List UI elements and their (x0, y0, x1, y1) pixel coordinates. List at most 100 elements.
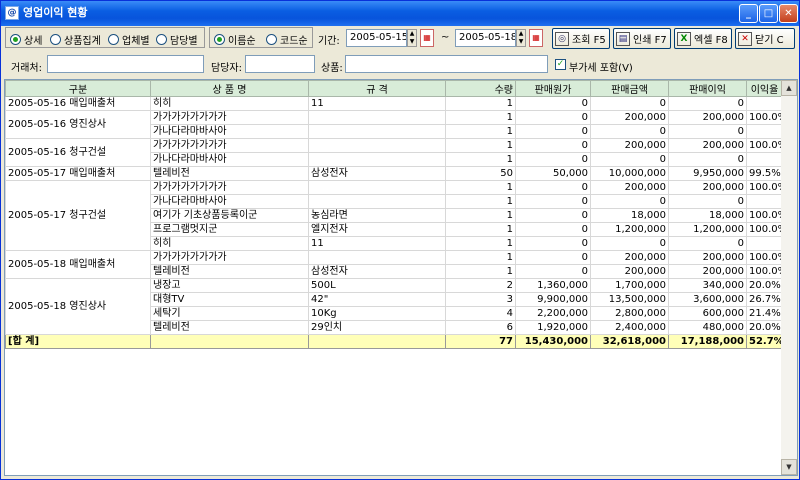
col-header-rate[interactable]: 이익율 (746, 80, 783, 97)
cell-name[interactable]: 히히 (150, 96, 309, 111)
cell-cost[interactable]: 0 (515, 96, 591, 111)
col-header-qty[interactable]: 수량 (445, 80, 516, 97)
cell-rate[interactable]: 100.0% (746, 180, 783, 195)
cell-qty[interactable]: 1 (445, 138, 516, 153)
cell-rate[interactable]: 100.0% (746, 222, 783, 237)
cell-name[interactable]: 가나다라마바사아 (150, 152, 309, 167)
cell-profit[interactable]: 1,200,000 (668, 222, 747, 237)
cell-name[interactable]: 가가가가가가가가 (150, 250, 309, 265)
cell-profit[interactable]: 0 (668, 124, 747, 139)
cell-cost[interactable]: 0 (515, 152, 591, 167)
cell-qty[interactable]: 1 (445, 250, 516, 265)
minimize-button[interactable]: _ (739, 4, 758, 23)
radio-sort-name[interactable]: 이름순 (214, 32, 256, 47)
cell-rate[interactable] (746, 194, 783, 209)
cell-qty[interactable]: 2 (445, 278, 516, 293)
col-header-group[interactable]: 구분 (5, 80, 151, 97)
cell-qty[interactable]: 1 (445, 180, 516, 195)
cell-sales[interactable]: 10,000,000 (590, 166, 669, 181)
cell-profit[interactable]: 0 (668, 236, 747, 251)
excel-button[interactable]: X 엑셀 F8 (674, 28, 732, 49)
cell-sales[interactable]: 18,000 (590, 208, 669, 223)
cell-spec[interactable] (308, 180, 446, 195)
table-row[interactable]: 2005-05-17 청구건설 가가가가가가가가 1 0 200,000 200,000 1… (5, 180, 783, 251)
cell-spec[interactable]: 29인치 (308, 320, 446, 335)
cell-spec[interactable] (308, 194, 446, 209)
cell-cost[interactable]: 0 (515, 110, 591, 125)
cell-sales[interactable]: 2,400,000 (590, 320, 669, 335)
date-from-spinner[interactable]: ▲ ▼ (407, 29, 417, 47)
cell-spec[interactable]: 42" (308, 292, 446, 307)
table-row[interactable]: 2005-05-16 영진상사 가가가가가가가가 1 0 200,000 200,000 1… (5, 110, 783, 139)
table-row[interactable]: 2005-05-18 영진상사 냉장고 500L 2 1,360,000 1,700,00… (5, 278, 783, 335)
radio-by-company[interactable]: 업체별 (108, 32, 150, 47)
cell-name[interactable]: 냉장고 (150, 278, 309, 293)
cell-group[interactable]: 2005-05-18 매입매출처 (5, 250, 151, 279)
cell-name[interactable]: 가가가가가가가가 (150, 110, 309, 125)
cell-profit[interactable]: 9,950,000 (668, 166, 747, 181)
cell-group[interactable]: 2005-05-18 영진상사 (5, 278, 151, 335)
cell-rate[interactable] (746, 152, 783, 167)
total-cell-sales[interactable]: 32,618,000 (590, 334, 669, 349)
vat-checkbox[interactable]: ✓ (555, 59, 566, 70)
cell-spec[interactable]: 10Kg (308, 306, 446, 321)
cell-group[interactable]: 2005-05-16 매입매출처 (5, 96, 151, 111)
cell-qty[interactable]: 1 (445, 222, 516, 237)
cell-name[interactable]: 가가가가가가가가 (150, 138, 309, 153)
cell-name[interactable]: 가나다라마바사아 (150, 124, 309, 139)
cell-name[interactable]: 프로그램멋지군 (150, 222, 309, 237)
cell-cost[interactable]: 9,900,000 (515, 292, 591, 307)
cell-name[interactable]: 텔레비전 (150, 166, 309, 181)
cell-cost[interactable]: 0 (515, 124, 591, 139)
cell-rate[interactable]: 20.0% (746, 278, 783, 293)
cell-spec[interactable] (308, 250, 446, 265)
cell-spec[interactable]: 11 (308, 96, 446, 111)
total-cell-group[interactable]: [합 계] (5, 334, 151, 349)
cell-profit[interactable]: 200,000 (668, 250, 747, 265)
cell-name[interactable]: 여기가 기초상품등록이군 (150, 208, 309, 223)
cell-name[interactable]: 텔레비전 (150, 264, 309, 279)
title-bar[interactable]: @ 영업이익 현황 _ □ ✕ (1, 1, 799, 26)
col-header-sales[interactable]: 판매금액 (590, 80, 669, 97)
cell-rate[interactable]: 21.4% (746, 306, 783, 321)
col-header-name[interactable]: 상 품 명 (150, 80, 309, 97)
calendar-to-icon[interactable]: ▦ (529, 29, 543, 47)
cell-spec[interactable]: 11 (308, 236, 446, 251)
cell-qty[interactable]: 1 (445, 264, 516, 279)
product-input[interactable] (345, 55, 548, 73)
cell-spec[interactable]: 500L (308, 278, 446, 293)
cell-cost[interactable]: 0 (515, 138, 591, 153)
maximize-button[interactable]: □ (759, 4, 778, 23)
radio-detail[interactable]: 상세 (10, 32, 42, 47)
cell-rate[interactable]: 100.0% (746, 110, 783, 125)
cell-sales[interactable]: 200,000 (590, 110, 669, 125)
cell-spec[interactable]: 엘지전자 (308, 222, 446, 237)
cell-profit[interactable]: 340,000 (668, 278, 747, 293)
total-row[interactable]: [합 계] 77 15,430,000 32,618,000 17,188,000 52.… (5, 334, 783, 349)
cell-cost[interactable]: 0 (515, 180, 591, 195)
cell-rate[interactable]: 99.5% (746, 166, 783, 181)
window-close-button[interactable]: ✕ (779, 4, 798, 23)
cell-sales[interactable]: 0 (590, 236, 669, 251)
cell-profit[interactable]: 200,000 (668, 180, 747, 195)
table-row[interactable]: 2005-05-16 매입매출처 히히 11 1 0 0 0 (5, 96, 783, 111)
cell-qty[interactable]: 4 (445, 306, 516, 321)
vertical-scrollbar[interactable]: ▲ ▼ (781, 80, 797, 475)
total-cell-rate[interactable]: 52.7% (746, 334, 783, 349)
cell-profit[interactable]: 0 (668, 96, 747, 111)
cell-rate[interactable]: 100.0% (746, 208, 783, 223)
cell-cost[interactable]: 1,360,000 (515, 278, 591, 293)
cell-rate[interactable] (746, 236, 783, 251)
print-button[interactable]: ▤ 인쇄 F7 (613, 28, 671, 49)
cell-qty[interactable]: 1 (445, 236, 516, 251)
total-cell-qty[interactable]: 77 (445, 334, 516, 349)
table-row[interactable]: 2005-05-17 매입매출처 텔레비전 삼성전자 50 50,000 10,000,0… (5, 166, 783, 181)
cell-spec[interactable] (308, 152, 446, 167)
cell-cost[interactable]: 0 (515, 208, 591, 223)
cell-name[interactable]: 대형TV (150, 292, 309, 307)
cell-spec[interactable]: 삼성전자 (308, 166, 446, 181)
cell-qty[interactable]: 1 (445, 96, 516, 111)
cell-cost[interactable]: 0 (515, 264, 591, 279)
cell-cost[interactable]: 1,920,000 (515, 320, 591, 335)
cell-group[interactable]: 2005-05-17 매입매출처 (5, 166, 151, 181)
